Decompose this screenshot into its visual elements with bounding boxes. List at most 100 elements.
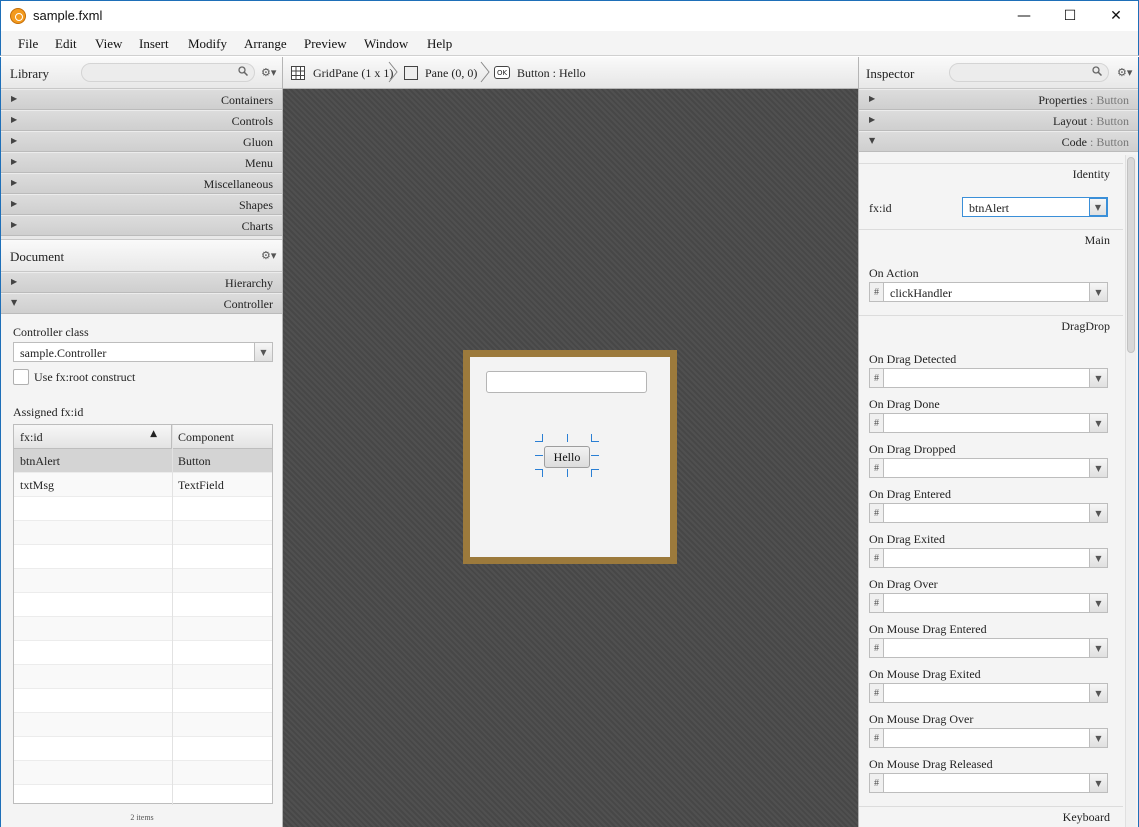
empty-row	[14, 545, 272, 569]
inspector-section-layout[interactable]: ▶ Layout : Button	[859, 110, 1138, 131]
fxid-combo[interactable]: btnAlert ▼	[962, 197, 1108, 217]
library-section-controls[interactable]: ▶ Controls	[1, 110, 282, 131]
hello-button[interactable]: Hello	[544, 446, 590, 468]
menu-insert[interactable]: Insert	[139, 36, 169, 52]
breadcrumb-pane[interactable]: Pane (0, 0)	[425, 66, 477, 81]
drag-event-handler-combo[interactable]: ▼	[883, 773, 1108, 793]
drag-event-handler-combo[interactable]: ▼	[883, 728, 1108, 748]
library-section-shapes[interactable]: ▶ Shapes	[1, 194, 282, 215]
empty-row	[14, 665, 272, 689]
search-icon	[238, 66, 248, 76]
menu-window[interactable]: Window	[364, 36, 408, 52]
on-action-combo[interactable]: clickHandler ▼	[883, 282, 1108, 302]
menu-preview[interactable]: Preview	[304, 36, 347, 52]
column-header-fxid[interactable]: fx:id ▲	[14, 425, 172, 449]
document-gear-icon[interactable]: ⚙▾	[261, 249, 276, 262]
drag-event-handler-combo[interactable]: ▼	[883, 503, 1108, 523]
dropdown-arrow-icon[interactable]: ▼	[254, 343, 272, 361]
inspector-section-code[interactable]: ▼ Code : Button	[859, 131, 1138, 152]
scroll-thumb[interactable]	[1127, 157, 1135, 353]
dropdown-arrow-icon[interactable]: ▼	[1089, 504, 1107, 522]
dropdown-arrow-icon[interactable]: ▼	[1089, 414, 1107, 432]
txtmsg-textfield[interactable]	[486, 371, 647, 393]
menu-arrange[interactable]: Arrange	[244, 36, 287, 52]
inspector-title: Inspector	[866, 66, 915, 81]
expand-icon: ▶	[11, 157, 18, 166]
dropdown-arrow-icon[interactable]: ▼	[1089, 198, 1107, 216]
library-section-charts[interactable]: ▶ Charts	[1, 215, 282, 236]
selection-handle[interactable]	[591, 469, 599, 470]
expand-icon: ▶	[11, 136, 18, 145]
content-canvas[interactable]: GridPane (1 x 1) Pane (0, 0) OK Button :…	[283, 57, 858, 827]
selection-handle[interactable]	[535, 455, 543, 456]
dropdown-arrow-icon[interactable]: ▼	[1089, 459, 1107, 477]
identity-label: Identity	[1072, 167, 1110, 181]
drag-event-label: On Mouse Drag Over	[869, 712, 974, 726]
library-section-menu[interactable]: ▶ Menu	[1, 152, 282, 173]
library-section-miscellaneous[interactable]: ▶ Miscellaneous	[1, 173, 282, 194]
minimize-button[interactable]: —	[1001, 1, 1047, 31]
drag-event-handler-combo[interactable]: ▼	[883, 638, 1108, 658]
empty-row	[14, 521, 272, 545]
table-row[interactable]: txtMsg TextField	[14, 473, 272, 497]
drag-event-handler-combo[interactable]: ▼	[883, 548, 1108, 568]
hash-icon: #	[869, 503, 883, 523]
library-search-input[interactable]	[81, 63, 255, 82]
gridpane-icon	[291, 66, 305, 80]
controller-class-combo[interactable]: sample.Controller ▼	[13, 342, 273, 362]
maximize-button[interactable]: ☐	[1047, 1, 1093, 31]
breadcrumb-button[interactable]: Button : Hello	[517, 66, 586, 81]
library-section-containers[interactable]: ▶ Containers	[1, 89, 282, 110]
fxroot-checkbox[interactable]	[13, 369, 29, 385]
fxid-value: btnAlert	[969, 201, 1009, 215]
selection-handle[interactable]	[591, 469, 592, 477]
breadcrumb-gridpane[interactable]: GridPane (1 x 1)	[313, 66, 393, 81]
drag-event-handler-combo[interactable]: ▼	[883, 458, 1108, 478]
column-header-component[interactable]: Component	[172, 425, 272, 449]
dropdown-arrow-icon[interactable]: ▼	[1089, 369, 1107, 387]
selection-handle[interactable]	[591, 455, 599, 456]
menu-bar: File Edit View Insert Modify Arrange Pre…	[0, 31, 1139, 56]
selection-handle[interactable]	[542, 469, 543, 477]
library-section-gluon[interactable]: ▶ Gluon	[1, 131, 282, 152]
inspector-scrollbar[interactable]	[1125, 155, 1136, 827]
menu-edit[interactable]: Edit	[55, 36, 77, 52]
dropdown-arrow-icon[interactable]: ▼	[1089, 774, 1107, 792]
dropdown-arrow-icon[interactable]: ▼	[1089, 283, 1107, 301]
dropdown-arrow-icon[interactable]: ▼	[1089, 549, 1107, 567]
selection-handle[interactable]	[591, 434, 592, 442]
expand-icon: ▶	[11, 199, 18, 208]
dropdown-arrow-icon[interactable]: ▼	[1089, 684, 1107, 702]
close-button[interactable]: ✕	[1093, 1, 1139, 31]
table-row[interactable]: btnAlert Button	[14, 449, 272, 473]
drag-event-handler-combo[interactable]: ▼	[883, 413, 1108, 433]
menu-file[interactable]: File	[18, 36, 38, 52]
empty-row	[14, 641, 272, 665]
drag-event-handler-combo[interactable]: ▼	[883, 368, 1108, 388]
expand-icon: ▶	[11, 220, 18, 229]
document-section-controller[interactable]: ▼ Controller	[1, 293, 282, 314]
expand-icon: ▶	[11, 94, 18, 103]
selection-handle[interactable]	[567, 469, 568, 477]
pane[interactable]: Hello	[470, 357, 670, 557]
library-gear-icon[interactable]: ⚙▾	[261, 66, 276, 79]
dropdown-arrow-icon[interactable]: ▼	[1089, 594, 1107, 612]
inspector-section-properties[interactable]: ▶ Properties : Button	[859, 89, 1138, 110]
drag-event-label: On Drag Entered	[869, 487, 951, 501]
drag-event-handler-combo[interactable]: ▼	[883, 593, 1108, 613]
menu-modify[interactable]: Modify	[188, 36, 227, 52]
drag-event-label: On Drag Detected	[869, 352, 957, 366]
gridpane-frame[interactable]: Hello	[463, 350, 677, 564]
drag-event-label: On Drag Over	[869, 577, 938, 591]
dropdown-arrow-icon[interactable]: ▼	[1089, 639, 1107, 657]
menu-view[interactable]: View	[95, 36, 122, 52]
document-section-hierarchy[interactable]: ▶ Hierarchy	[1, 272, 282, 293]
dropdown-arrow-icon[interactable]: ▼	[1089, 729, 1107, 747]
inspector-gear-icon[interactable]: ⚙▾	[1117, 66, 1132, 79]
inspector-search-input[interactable]	[949, 63, 1109, 82]
menu-help[interactable]: Help	[427, 36, 452, 52]
selection-handle[interactable]	[542, 434, 543, 442]
selection-handle[interactable]	[591, 441, 599, 442]
drag-event-handler-combo[interactable]: ▼	[883, 683, 1108, 703]
selection-handle[interactable]	[567, 434, 568, 442]
